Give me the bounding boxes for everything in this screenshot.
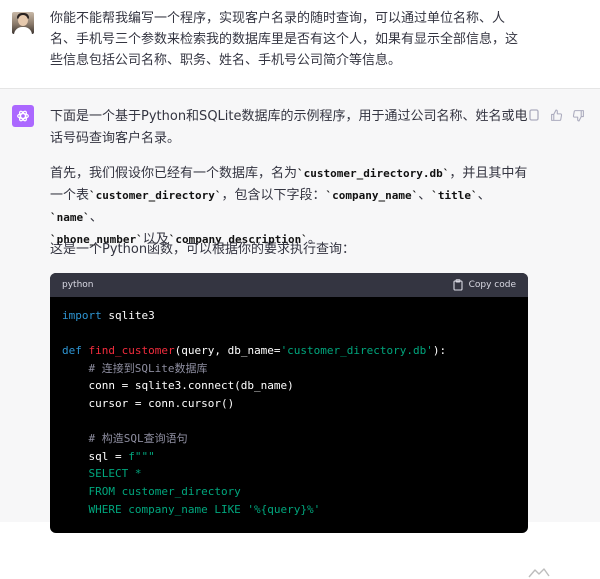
assistant-function-intro: 这是一个Python函数，可以根据你的要求执行查询： [50,242,356,257]
copy-code-label: Copy code [468,280,516,290]
assistant-intro-text: 下面是一个基于Python和SQLite数据库的示例程序，用于通过公司名称、姓名… [50,109,528,146]
watermark-mark [528,568,550,578]
code-language-label: python [62,280,94,290]
clipboard-icon [453,279,463,291]
code-block: python Copy code import sqlite3 def find… [50,273,528,533]
assistant-schema-paragraph: 首先，我们假设你已经有一个数据库，名为`customer_directory.d… [50,166,528,247]
thumbs-down-icon[interactable] [570,107,586,123]
copy-code-button[interactable]: Copy code [453,279,516,291]
user-message-block: 你能不能帮我编写一个程序，实现客户名录的随时查询，可以通过单位名称、人名、手机号… [0,0,600,89]
chatgpt-logo-icon [12,105,34,127]
assistant-message-block: 下面是一个基于Python和SQLite数据库的示例程序，用于通过公司名称、姓名… [0,89,600,578]
inline-code-db: `customer_directory.db` [297,167,450,180]
message-actions [526,107,586,123]
code-block-header: python Copy code [50,273,528,297]
inline-code-title: `title` [431,189,478,202]
inline-code-name: `name` [50,211,90,224]
thumbs-up-icon[interactable] [548,107,564,123]
code-content[interactable]: import sqlite3 def find_customer(query, … [50,297,528,528]
inline-code-company-name: `company_name` [325,189,419,202]
inline-code-table: `customer_directory` [89,189,222,202]
user-avatar [12,12,34,34]
user-message-text: 你能不能帮我编写一个程序，实现客户名录的随时查询，可以通过单位名称、人名、手机号… [50,11,519,68]
